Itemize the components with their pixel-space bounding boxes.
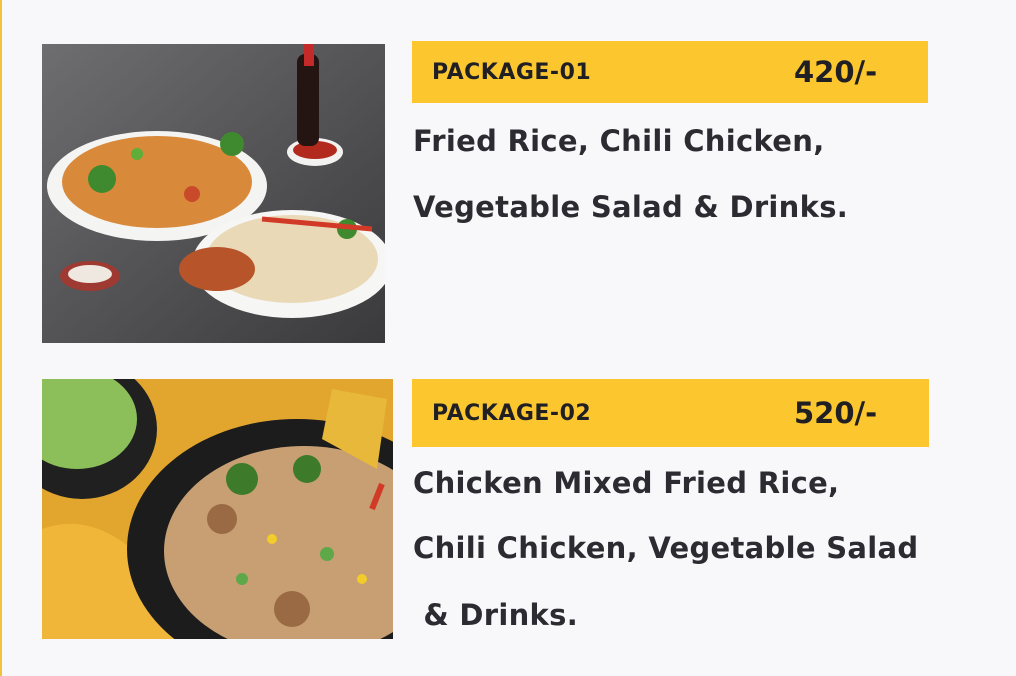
- package-02-price: 520/-: [794, 396, 878, 430]
- package-01-description-line-2: Vegetable Salad & Drinks.: [413, 190, 849, 224]
- package-01-food-photo: [42, 44, 385, 343]
- package-01-name: PACKAGE-01: [432, 59, 592, 85]
- package-01-banner: PACKAGE-01 420/-: [412, 41, 928, 103]
- left-accent-line: [0, 0, 2, 676]
- package-02-banner: PACKAGE-02 520/-: [412, 379, 929, 447]
- package-01-description-line-1: Fried Rice, Chili Chicken,: [413, 124, 825, 158]
- package-02-name: PACKAGE-02: [432, 400, 592, 426]
- package-02-description-line-2: Chili Chicken, Vegetable Salad: [413, 531, 919, 565]
- package-01-price: 420/-: [794, 55, 878, 89]
- package-02-description-line-3: & Drinks.: [413, 598, 579, 632]
- package-02-description-line-1: Chicken Mixed Fried Rice,: [413, 466, 840, 500]
- package-02-food-photo: [42, 379, 393, 639]
